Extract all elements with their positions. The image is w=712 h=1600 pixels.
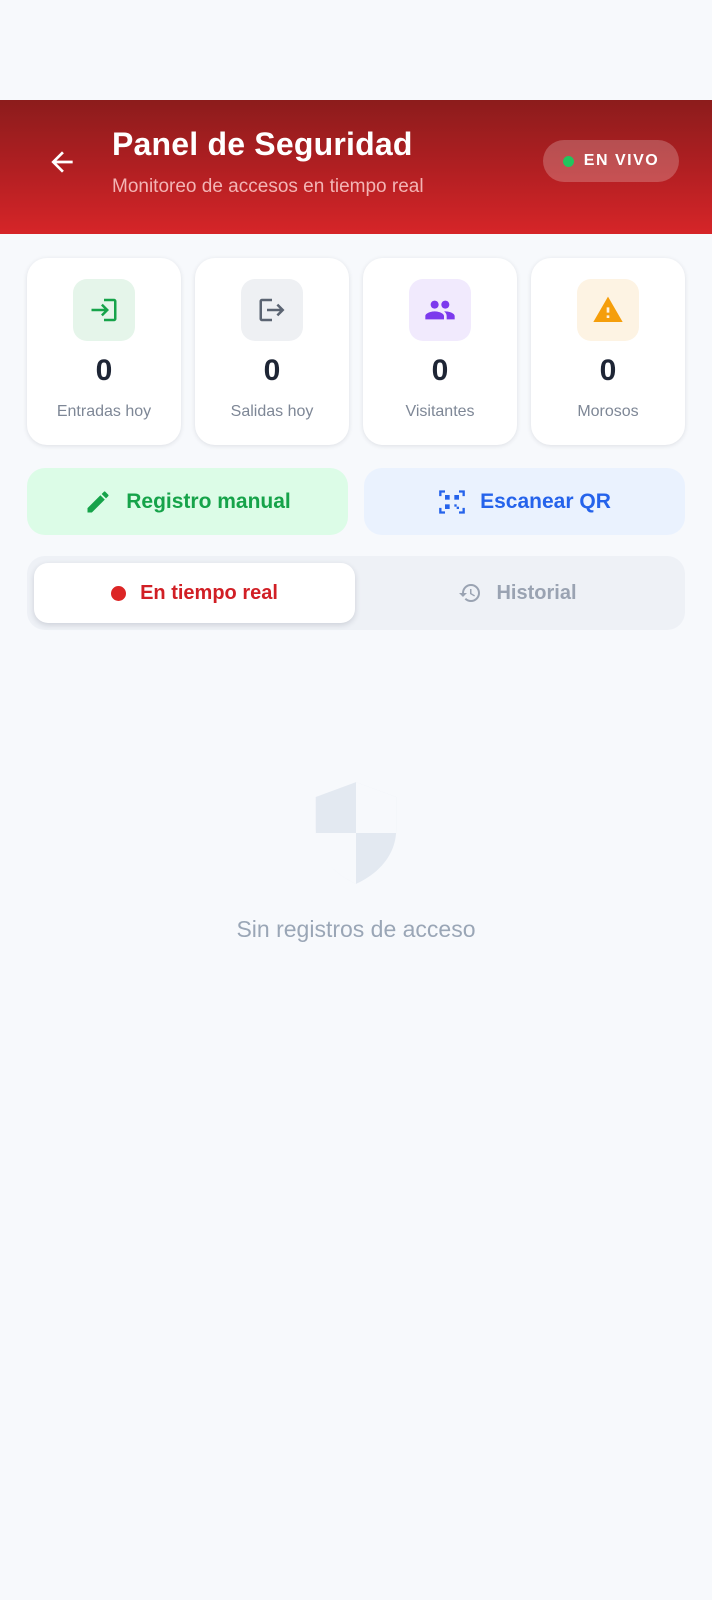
stat-icon-box	[577, 279, 639, 341]
stat-label: Morosos	[577, 403, 639, 420]
stat-label: Visitantes	[405, 403, 475, 420]
stat-icon-box	[73, 279, 135, 341]
tab-history[interactable]: Historial	[357, 563, 678, 623]
back-button[interactable]	[40, 140, 84, 184]
empty-state: Sin registros de acceso	[0, 780, 712, 943]
live-indicator-dot	[562, 155, 574, 167]
login-icon	[91, 298, 117, 322]
pencil-icon	[87, 490, 109, 512]
manual-entry-label: Registro manual	[126, 489, 291, 513]
tab-realtime-label: En tiempo real	[140, 581, 278, 604]
page-title: Panel de Seguridad	[112, 126, 413, 162]
stat-card-exits: 0 Salidas hoy	[195, 258, 349, 445]
scan-qr-label: Escanear QR	[480, 489, 611, 513]
warning-icon	[593, 296, 623, 322]
stat-icon-box	[241, 279, 303, 341]
stat-card-visitors: 0 Visitantes	[363, 258, 517, 445]
stat-label: Entradas hoy	[56, 403, 152, 420]
stat-card-entries: 0 Entradas hoy	[27, 258, 181, 445]
tab-realtime[interactable]: En tiempo real	[34, 563, 355, 623]
stat-value: 0	[599, 354, 617, 387]
stat-icon-box	[409, 279, 471, 341]
app-header: Panel de Seguridad Monitoreo de accesos …	[0, 100, 712, 234]
history-icon	[459, 584, 481, 602]
empty-state-text: Sin registros de acceso	[236, 916, 476, 942]
shield-icon	[315, 782, 397, 884]
live-badge-label: EN VIVO	[583, 152, 660, 169]
stats-row: 0 Entradas hoy 0 Salidas hoy 0 Visitante…	[27, 258, 685, 445]
arrow-left-icon	[51, 151, 73, 173]
stat-card-defaulters: 0 Morosos	[531, 258, 685, 445]
stat-label: Salidas hoy	[230, 403, 314, 420]
stat-value: 0	[95, 354, 113, 387]
stat-value: 0	[263, 354, 281, 387]
status-bar-area	[0, 0, 712, 100]
people-icon	[425, 300, 455, 320]
page-subtitle: Monitoreo de accesos en tiempo real	[112, 176, 424, 197]
qr-scan-icon	[439, 489, 465, 514]
manual-entry-button[interactable]: Registro manual	[27, 468, 348, 535]
stat-value: 0	[431, 354, 449, 387]
live-status-badge: EN VIVO	[543, 140, 679, 182]
tab-history-label: Historial	[496, 581, 577, 604]
record-dot-icon	[111, 585, 127, 601]
logout-icon	[259, 298, 285, 322]
scan-qr-button[interactable]: Escanear QR	[364, 468, 685, 535]
view-tabs: En tiempo real Historial	[27, 556, 685, 630]
